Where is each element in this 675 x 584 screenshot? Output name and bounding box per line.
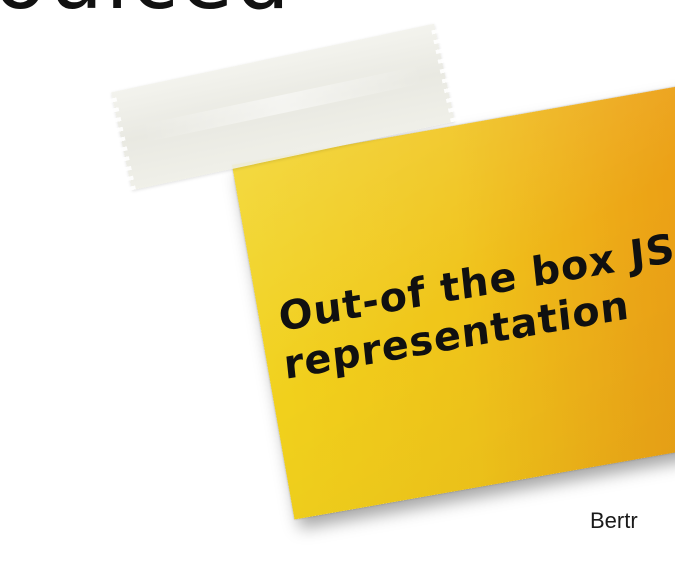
tape-highlight <box>138 65 427 144</box>
author-name: Bertr <box>590 508 638 533</box>
cut-off-heading: ouiced <box>0 0 292 22</box>
slide: ouiced Out-of the box JSON representatio… <box>0 0 675 584</box>
